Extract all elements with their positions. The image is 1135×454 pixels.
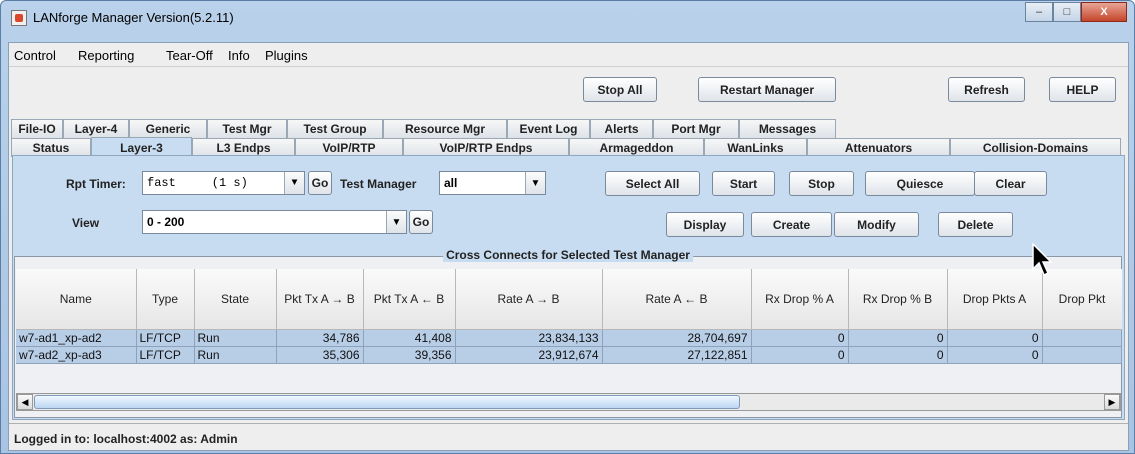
table-cell[interactable]: 27,122,851 [602,346,752,364]
test-manager-label: Test Manager [340,177,417,191]
table-cell[interactable]: 0 [848,329,948,347]
clear-button[interactable]: Clear [974,171,1047,196]
column-header[interactable]: Rate A → B [455,269,603,330]
rpt-timer-label: Rpt Timer: [66,177,126,191]
tab-generic[interactable]: Generic [129,119,207,138]
mouse-pointer-icon [1032,243,1053,277]
column-header[interactable]: Drop Pkts A [947,269,1043,330]
tab-row-1: File-IO Layer-4 Generic Test Mgr Test Gr… [9,119,1128,138]
status-bar: Logged in to: localhost:4002 as: Admin [9,423,1128,451]
tab-alerts[interactable]: Alerts [590,119,653,138]
table-cell[interactable]: LF/TCP [136,346,195,364]
table-cell[interactable]: 35,306 [276,346,364,364]
tab-event-log[interactable]: Event Log [507,119,590,138]
quiesce-button[interactable]: Quiesce [865,171,975,196]
maximize-button[interactable]: □ [1053,2,1081,22]
tab-layer-4[interactable]: Layer-4 [63,119,129,138]
column-header[interactable]: Pkt Tx A ← B [363,269,456,330]
column-header[interactable]: Type [136,269,195,330]
table-cell[interactable]: w7-ad2_xp-ad3 [16,346,137,364]
table-cell[interactable]: 0 [751,329,849,347]
menu-bar: Control Reporting Tear-Off Info Plugins [9,43,1128,67]
chevron-down-icon[interactable]: ▼ [284,172,304,194]
table-cell[interactable] [1042,329,1122,347]
column-header[interactable]: Pkt Tx A → B [276,269,364,330]
tab-test-mgr[interactable]: Test Mgr [207,119,287,138]
start-button[interactable]: Start [712,171,775,196]
table-cell[interactable]: Run [194,329,277,347]
tab-messages[interactable]: Messages [739,119,836,138]
column-header[interactable]: Rx Drop % A [751,269,849,330]
table-cell[interactable]: 39,356 [363,346,456,364]
rpt-timer-value: fast (1 s) [147,176,248,190]
tab-file-io[interactable]: File-IO [11,119,63,138]
toolbar: Stop All Restart Manager Refresh HELP [9,69,1128,109]
cross-connects-table: Name Type State Pkt Tx A → B Pkt Tx A ← … [16,269,1122,364]
app-window: LANforge Manager Version(5.2.11) – □ X C… [0,0,1135,454]
client-area: Control Reporting Tear-Off Info Plugins … [8,42,1129,451]
menu-tear-off[interactable]: Tear-Off [166,48,213,63]
table-cell[interactable]: 0 [751,346,849,364]
view-combo[interactable]: 0 - 200 ▼ [142,210,407,234]
minimize-button[interactable]: – [1025,2,1053,22]
modify-button[interactable]: Modify [834,212,919,237]
rpt-timer-combo[interactable]: fast (1 s) ▼ [142,171,305,195]
close-button[interactable]: X [1081,2,1127,22]
table-row[interactable]: w7-ad1_xp-ad2 LF/TCP Run 34,786 41,408 2… [16,329,1122,347]
java-app-icon [11,10,27,26]
menu-reporting[interactable]: Reporting [78,48,134,63]
table-cell[interactable]: 0 [947,346,1043,364]
restart-manager-button[interactable]: Restart Manager [698,77,836,102]
cross-connects-group: Cross Connects for Selected Test Manager… [14,248,1122,418]
select-all-button[interactable]: Select All [605,171,700,196]
table-cell[interactable]: 28,704,697 [602,329,752,347]
table-cell[interactable]: 23,912,674 [455,346,603,364]
column-header[interactable]: Rate A ← B [602,269,752,330]
table-cell[interactable] [1042,346,1122,364]
tab-port-mgr[interactable]: Port Mgr [653,119,739,138]
display-button[interactable]: Display [666,212,744,237]
view-go-button[interactable]: Go [409,210,433,234]
menu-plugins[interactable]: Plugins [265,48,308,63]
table-cell[interactable]: 34,786 [276,329,364,347]
stop-button[interactable]: Stop [789,171,854,196]
chevron-down-icon[interactable]: ▼ [525,172,545,194]
table-cell[interactable]: Run [194,346,277,364]
scroll-thumb[interactable] [34,395,740,409]
table-cell[interactable]: 23,834,133 [455,329,603,347]
delete-button[interactable]: Delete [938,212,1013,237]
rpt-timer-go-button[interactable]: Go [308,171,332,195]
chevron-down-icon[interactable]: ▼ [386,211,406,233]
menu-info[interactable]: Info [228,48,250,63]
test-manager-value: all [444,176,458,190]
layer3-panel: Rpt Timer: fast (1 s) ▼ Go Test Manager … [12,155,1125,420]
horizontal-scrollbar[interactable]: ◀ ▶ [16,393,1121,411]
table-cell[interactable]: w7-ad1_xp-ad2 [16,329,137,347]
column-header[interactable]: State [194,269,277,330]
table-cell[interactable]: 0 [848,346,948,364]
scroll-left-icon[interactable]: ◀ [17,394,33,410]
table-cell[interactable]: 41,408 [363,329,456,347]
window-title: LANforge Manager Version(5.2.11) [33,10,234,25]
view-value: 0 - 200 [147,215,185,229]
menu-control[interactable]: Control [14,48,56,63]
test-manager-combo[interactable]: all ▼ [439,171,546,195]
scroll-right-icon[interactable]: ▶ [1104,394,1120,410]
tab-test-group[interactable]: Test Group [287,119,383,138]
view-label: View [72,216,100,230]
column-header[interactable]: Name [16,269,137,330]
table-cell[interactable]: 0 [947,329,1043,347]
tab-resource-mgr[interactable]: Resource Mgr [383,119,507,138]
table-cell[interactable]: LF/TCP [136,329,195,347]
table-row[interactable]: w7-ad2_xp-ad3 LF/TCP Run 35,306 39,356 2… [16,346,1122,364]
stop-all-button[interactable]: Stop All [583,77,657,102]
help-button[interactable]: HELP [1049,77,1116,102]
table-title: Cross Connects for Selected Test Manager [443,248,693,262]
table-header-row: Name Type State Pkt Tx A → B Pkt Tx A ← … [16,269,1122,330]
title-bar[interactable]: LANforge Manager Version(5.2.11) – □ X [1,1,1134,35]
column-header[interactable]: Rx Drop % B [848,269,948,330]
create-button[interactable]: Create [751,212,832,237]
refresh-button[interactable]: Refresh [948,77,1025,102]
